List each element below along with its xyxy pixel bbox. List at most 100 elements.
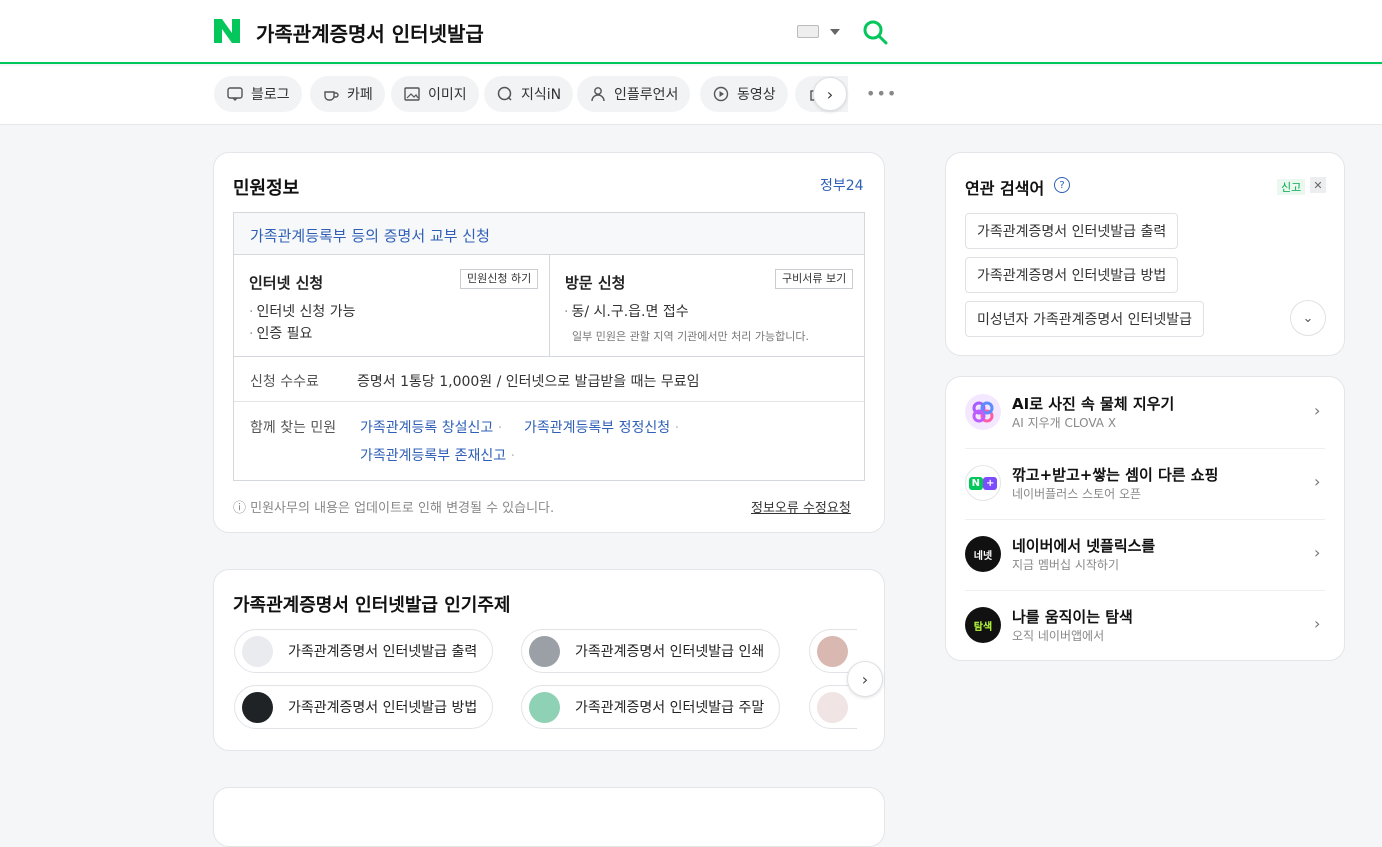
documents-button[interactable]: 구비서류 보기 <box>775 269 854 289</box>
search-icon[interactable] <box>862 19 888 45</box>
tab-video[interactable]: 동영상 <box>700 76 788 112</box>
tab-influencer[interactable]: 인플루언서 <box>577 76 691 112</box>
keyboard-icon[interactable] <box>797 25 819 38</box>
next-card <box>213 787 885 847</box>
cafe-cup-icon <box>322 85 340 103</box>
tab-label: 이미지 <box>428 87 467 103</box>
list-item: 인터넷 신청 가능 <box>249 301 355 321</box>
tab-label: 지식iN <box>521 87 562 103</box>
topic-thumbnail <box>242 635 273 667</box>
person-icon <box>589 85 607 103</box>
question-icon <box>496 85 514 103</box>
related-service-link[interactable]: 가족관계등록부 정정신청 <box>524 417 679 437</box>
report-button[interactable]: 신고 <box>1277 179 1306 195</box>
apply-button[interactable]: 민원신청 하기 <box>460 269 539 289</box>
card-title: 연관 검색어 <box>965 179 1045 198</box>
promo-title: AI로 사진 속 물체 지우기 <box>1012 395 1175 413</box>
topic-chip[interactable]: 가족관계증명서 인터넷발급 출력 <box>234 629 494 673</box>
tab-kin[interactable]: 지식iN <box>484 76 574 112</box>
fee-row: 신청 수수료 증명서 1통당 1,000원 / 인터넷으로 발급받을 때는 무료… <box>234 358 864 402</box>
chevron-down-icon[interactable] <box>830 29 840 35</box>
promo-title: 네이버에서 넷플릭스를 <box>1012 537 1156 555</box>
chevron-right-icon: › <box>1314 543 1321 562</box>
fee-value: 증명서 1통당 1,000원 / 인터넷으로 발급받을 때는 무료임 <box>357 374 700 390</box>
topic-label: 가족관계증명서 인터넷발급 방법 <box>288 700 478 716</box>
promo-item[interactable]: 탐색 나를 움직이는 탐색 오직 네이버앱에서 › <box>946 590 1344 661</box>
topic-label: 가족관계증명서 인터넷발급 주말 <box>575 700 765 716</box>
card-title: 가족관계증명서 인터넷발급 인기주제 <box>233 595 511 616</box>
tab-label: 블로그 <box>251 87 290 103</box>
chevron-down-icon[interactable]: ⌄ <box>1290 300 1326 336</box>
more-options-icon[interactable]: ••• <box>866 84 897 103</box>
tab-image[interactable]: 이미지 <box>391 76 479 112</box>
topic-thumbnail <box>242 691 273 723</box>
close-icon[interactable]: ✕ <box>1310 177 1326 193</box>
list-item: 동/ 시.구.읍.면 접수 <box>564 301 688 321</box>
related-search-card: 연관 검색어 ? 신고 ✕ 가족관계증명서 인터넷발급 출력 가족관계증명서 인… <box>945 152 1345 356</box>
civil-service-title-link[interactable]: 가족관계등록부 등의 증명서 교부 신청 <box>250 225 490 246</box>
related-keyword[interactable]: 가족관계증명서 인터넷발급 출력 <box>965 213 1179 249</box>
blog-icon <box>226 85 244 103</box>
tab-blog[interactable]: 블로그 <box>214 76 302 112</box>
civil-table: 가족관계등록부 등의 증명서 교부 신청 인터넷 신청 민원신청 하기 인터넷 … <box>233 212 865 481</box>
visit-note: 일부 민원은 관할 지역 기관에서만 처리 가능합니다. <box>572 330 809 343</box>
clova-icon <box>965 394 1001 430</box>
visit-apply-column: 방문 신청 구비서류 보기 동/ 시.구.읍.면 접수 일부 민원은 관할 지역… <box>550 255 864 357</box>
naver-plus-icon: N + <box>965 465 1001 501</box>
chevron-right-icon: › <box>1314 472 1321 491</box>
chevron-right-icon: › <box>1314 401 1321 420</box>
search-query[interactable]: 가족관계증명서 인터넷발급 <box>256 18 484 47</box>
popular-topics-card: 가족관계증명서 인터넷발급 인기주제 가족관계증명서 인터넷발급 출력 가족관계… <box>213 569 885 751</box>
chevron-right-icon[interactable]: › <box>813 77 847 111</box>
related-service-link[interactable]: 가족관계등록 창설신고 <box>360 417 502 437</box>
disclaimer: ⓘ 민원사무의 내용은 업데이트로 인해 변경될 수 있습니다. <box>233 497 554 516</box>
topic-chip[interactable]: 가족관계증명서 인터넷발급 주말 <box>521 685 781 729</box>
related-service-link[interactable]: 가족관계등록부 존재신고 <box>360 445 515 465</box>
visit-apply-title: 방문 신청 <box>565 274 626 292</box>
promo-subtitle: 지금 멤버십 시작하기 <box>1012 558 1119 572</box>
topic-thumbnail <box>529 635 560 667</box>
related-label: 함께 찾는 민원 <box>250 420 337 436</box>
related-services-row: 함께 찾는 민원 가족관계등록 창설신고 가족관계등록부 정정신청 가족관계등록… <box>234 403 864 480</box>
promo-item[interactable]: 네넷 네이버에서 넷플릭스를 지금 멤버십 시작하기 › <box>946 519 1344 590</box>
internet-apply-column: 인터넷 신청 민원신청 하기 인터넷 신청 가능 인증 필요 <box>234 255 550 357</box>
chevron-right-icon[interactable]: › <box>847 661 883 697</box>
topic-thumbnail <box>817 635 848 667</box>
tab-list: 블로그 카페 이미지 지식iN 인플루언서 동영상 <box>214 76 848 114</box>
chevron-right-icon: › <box>1314 614 1321 633</box>
promo-subtitle: 네이버플러스 스토어 오픈 <box>1012 487 1142 501</box>
report-error-link[interactable]: 정보오류 수정요청 <box>751 497 851 516</box>
search-tab-bar: 블로그 카페 이미지 지식iN 인플루언서 동영상 › ••• <box>0 66 1382 125</box>
help-icon[interactable]: ? <box>1054 177 1070 193</box>
topic-list: 가족관계증명서 인터넷발급 출력 가족관계증명서 인터넷발급 인쇄 가 가족관계… <box>233 629 857 743</box>
civil-info-card: 민원정보 정부24 가족관계등록부 등의 증명서 교부 신청 인터넷 신청 민원… <box>213 152 885 533</box>
fee-label: 신청 수수료 <box>250 374 319 390</box>
tab-label: 인플루언서 <box>614 87 679 103</box>
topic-label: 가족관계증명서 인터넷발급 인쇄 <box>575 644 765 660</box>
list-item: 인증 필요 <box>249 323 312 343</box>
topic-thumbnail <box>817 691 848 723</box>
image-icon <box>403 85 421 103</box>
tab-label: 카페 <box>347 87 373 103</box>
related-keyword[interactable]: 미성년자 가족관계증명서 인터넷발급 <box>965 301 1204 337</box>
related-keyword[interactable]: 가족관계증명서 인터넷발급 방법 <box>965 257 1179 293</box>
naver-logo-icon[interactable] <box>214 19 240 43</box>
play-icon <box>712 85 730 103</box>
topic-chip[interactable]: 가족관계증명서 인터넷발급 인쇄 <box>521 629 781 673</box>
civil-table-head: 가족관계등록부 등의 증명서 교부 신청 <box>234 213 864 255</box>
search-header: 가족관계증명서 인터넷발급 <box>0 0 1382 64</box>
promo-title: 깎고+받고+쌓는 셈이 다른 쇼핑 <box>1012 466 1219 484</box>
promo-title: 나를 움직이는 탐색 <box>1012 608 1133 626</box>
topic-chip[interactable]: 가족관계증명서 인터넷발급 방법 <box>234 685 494 729</box>
promo-subtitle: 오직 네이버앱에서 <box>1012 629 1105 643</box>
netflix-icon: 네넷 <box>965 536 1001 572</box>
topic-chip[interactable]: 가 <box>809 629 857 673</box>
tab-cafe[interactable]: 카페 <box>310 76 385 112</box>
promo-item[interactable]: N + 깎고+받고+쌓는 셈이 다른 쇼핑 네이버플러스 스토어 오픈 › <box>946 448 1344 519</box>
promo-item[interactable]: AI로 사진 속 물체 지우기 AI 지우개 CLOVA X › <box>946 377 1344 448</box>
topic-label: 가족관계증명서 인터넷발급 출력 <box>288 644 478 660</box>
info-icon: ⓘ <box>233 501 251 516</box>
source-link[interactable]: 정부24 <box>820 175 864 195</box>
topic-chip[interactable]: 가 <box>809 685 857 729</box>
disclaimer-text: 민원사무의 내용은 업데이트로 인해 변경될 수 있습니다. <box>250 501 555 516</box>
